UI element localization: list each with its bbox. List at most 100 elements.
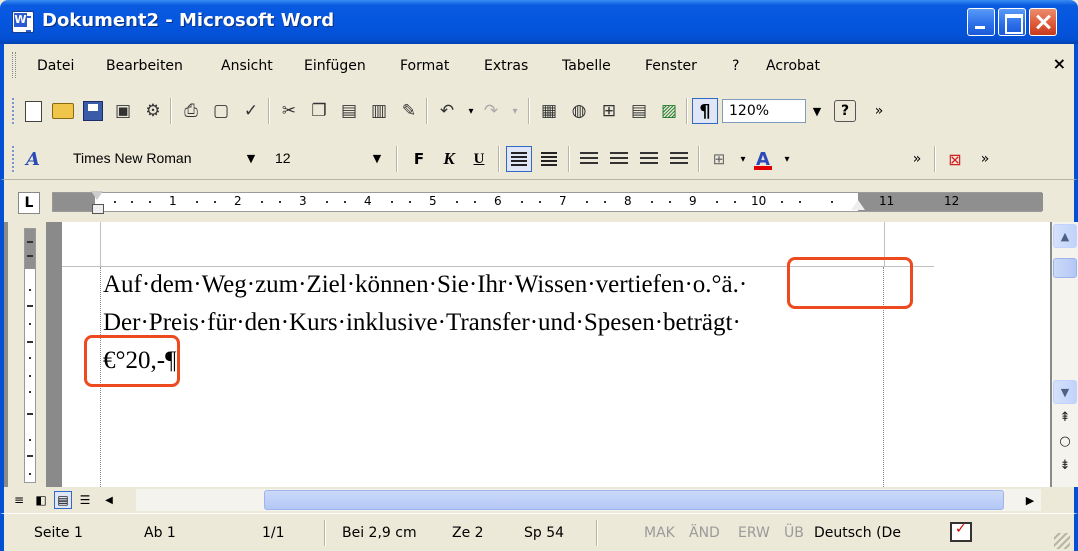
status-overtype[interactable]: ÜB <box>784 525 804 541</box>
numbering-icon[interactable] <box>576 146 602 172</box>
menu-bearbeiten[interactable]: Bearbeiten <box>106 58 183 74</box>
toolbar-overflow-icon[interactable]: » <box>866 98 892 124</box>
italic-button[interactable]: K <box>436 146 462 172</box>
print-preview-icon[interactable]: ▢ <box>208 98 234 124</box>
menu-grip[interactable] <box>12 52 16 78</box>
tables-borders-icon[interactable]: ⊞ <box>596 98 622 124</box>
font-size-select[interactable]: 12 <box>268 146 368 170</box>
document-line-2[interactable]: Der·Preis·für·den·Kurs·inklusive·Transfe… <box>103 309 741 337</box>
vertical-scrollbar[interactable]: ▲ ▼ ⇞ ○ ⇟ <box>1052 222 1078 487</box>
title-bar[interactable]: Dokument2 - Microsoft Word <box>0 0 1078 44</box>
scroll-up-icon[interactable]: ▲ <box>1053 224 1077 248</box>
insert-excel-icon[interactable]: ▨ <box>656 98 682 124</box>
redo-dropdown-icon[interactable]: ▾ <box>502 98 528 124</box>
minimize-button[interactable] <box>967 8 995 36</box>
horizontal-scrollbar[interactable]: ▶ <box>136 489 1041 511</box>
normal-view-icon[interactable]: ≡ <box>10 491 28 509</box>
toolbar-overflow-icon[interactable]: » <box>904 146 930 172</box>
menu-acrobat[interactable]: Acrobat <box>766 58 820 74</box>
toolbar-overflow-icon[interactable]: » <box>972 146 998 172</box>
spelling-status-icon[interactable] <box>950 521 972 542</box>
pdf-icon[interactable]: ⊠ <box>942 146 968 172</box>
format-painter-icon[interactable]: ✎ <box>396 98 422 124</box>
zoom-dropdown-icon[interactable]: ▼ <box>808 99 826 123</box>
document-close-icon[interactable]: × <box>1053 54 1066 73</box>
underline-button[interactable]: U <box>466 146 492 172</box>
toolbar-grip[interactable] <box>12 98 15 124</box>
tab-selector[interactable]: L <box>18 192 40 214</box>
styles-icon[interactable]: A <box>20 146 46 172</box>
increase-indent-icon[interactable] <box>666 146 692 172</box>
toolbar-separator <box>528 98 530 124</box>
word-icon[interactable] <box>12 11 34 33</box>
menu-fenster[interactable]: Fenster <box>645 58 697 74</box>
save-icon[interactable] <box>80 98 106 124</box>
status-macro-recorder[interactable]: MAK <box>644 525 675 541</box>
menu-datei[interactable]: Datei <box>37 58 74 74</box>
outline-view-icon[interactable]: ☰ <box>76 491 94 509</box>
print-layout-icon[interactable]: ▤ <box>54 491 72 509</box>
browse-object-icon[interactable]: ○ <box>1053 430 1077 452</box>
copy-icon[interactable]: ❐ <box>306 98 332 124</box>
research-icon[interactable]: ⚙ <box>140 98 166 124</box>
close-button[interactable] <box>1029 8 1057 36</box>
paste-options-icon[interactable]: ▥ <box>366 98 392 124</box>
maximize-button[interactable] <box>998 8 1026 36</box>
menu-help[interactable]: ? <box>732 58 739 74</box>
bullets-icon[interactable] <box>606 146 632 172</box>
font-name-select[interactable]: Times New Roman <box>66 146 242 170</box>
status-language[interactable]: Deutsch (De <box>814 525 901 541</box>
reading-view-icon[interactable]: ◀ <box>100 491 118 509</box>
zoom-select[interactable]: 120% <box>722 99 806 123</box>
borders-icon[interactable]: ⊞ <box>706 146 732 172</box>
menu-tabelle[interactable]: Tabelle <box>562 58 611 74</box>
spelling-icon[interactable]: ✓ <box>238 98 264 124</box>
permission-icon[interactable]: ▣ <box>110 98 136 124</box>
font-name-dropdown-icon[interactable]: ▼ <box>242 146 260 170</box>
toolbar-grip[interactable] <box>12 146 15 172</box>
horizontal-scroll-thumb[interactable] <box>264 490 1004 510</box>
open-folder-icon[interactable] <box>50 98 76 124</box>
redo-icon[interactable]: ↷ <box>478 98 504 124</box>
menu-format[interactable]: Format <box>400 58 449 74</box>
new-document-icon[interactable] <box>20 98 46 124</box>
status-position: Bei 2,9 cm <box>342 525 417 541</box>
menu-einfuegen[interactable]: Einfügen <box>304 58 366 74</box>
ruler-track[interactable]: 1 2 3 4 5 6 7 8 9 10 11 12 <box>52 191 1043 215</box>
vertical-scroll-thumb[interactable] <box>1053 258 1077 278</box>
paste-icon[interactable]: ▤ <box>336 98 362 124</box>
font-color-icon[interactable]: A <box>750 146 776 172</box>
cut-icon[interactable]: ✂ <box>276 98 302 124</box>
menu-ansicht[interactable]: Ansicht <box>221 58 273 74</box>
undo-icon[interactable]: ↶ <box>434 98 460 124</box>
insert-table-icon[interactable]: ▤ <box>626 98 652 124</box>
horizontal-ruler[interactable]: L 1 2 3 4 5 6 7 8 9 10 11 12 <box>0 180 1078 222</box>
scroll-left-icon[interactable] <box>136 490 156 510</box>
right-indent-marker[interactable] <box>851 200 865 210</box>
font-size-dropdown-icon[interactable]: ▼ <box>368 146 386 170</box>
menu-extras[interactable]: Extras <box>484 58 528 74</box>
left-indent-marker[interactable] <box>91 191 104 215</box>
document-page[interactable]: Auf·dem·Weg·zum·Ziel·können·Sie·Ihr·Wiss… <box>62 222 1050 487</box>
bold-button[interactable]: F <box>406 146 432 172</box>
previous-page-icon[interactable]: ⇞ <box>1053 406 1077 428</box>
help-icon[interactable]: ? <box>834 100 856 122</box>
hyperlink-icon[interactable]: ◍ <box>566 98 592 124</box>
scroll-down-icon[interactable]: ▼ <box>1053 380 1077 404</box>
print-icon[interactable]: ⎙ <box>178 98 204 124</box>
status-extend[interactable]: ERW <box>738 525 770 541</box>
align-center-icon[interactable] <box>536 146 562 172</box>
scroll-right-icon[interactable]: ▶ <box>1020 490 1040 510</box>
status-section: Ab 1 <box>144 525 176 541</box>
font-color-dropdown-icon[interactable]: ▾ <box>774 146 800 172</box>
next-page-icon[interactable]: ⇟ <box>1053 454 1077 476</box>
web-layout-icon[interactable]: ◧ <box>32 491 50 509</box>
status-track-changes[interactable]: ÄND <box>689 525 720 541</box>
resize-grip-icon[interactable] <box>1054 533 1070 549</box>
decrease-indent-icon[interactable] <box>636 146 662 172</box>
insert-picture-icon[interactable]: ▦ <box>536 98 562 124</box>
show-formatting-icon[interactable]: ¶ <box>692 98 718 124</box>
vertical-ruler[interactable] <box>8 222 46 487</box>
align-left-icon[interactable] <box>506 146 532 172</box>
document-line-1[interactable]: Auf·dem·Weg·zum·Ziel·können·Sie·Ihr·Wiss… <box>103 271 747 299</box>
